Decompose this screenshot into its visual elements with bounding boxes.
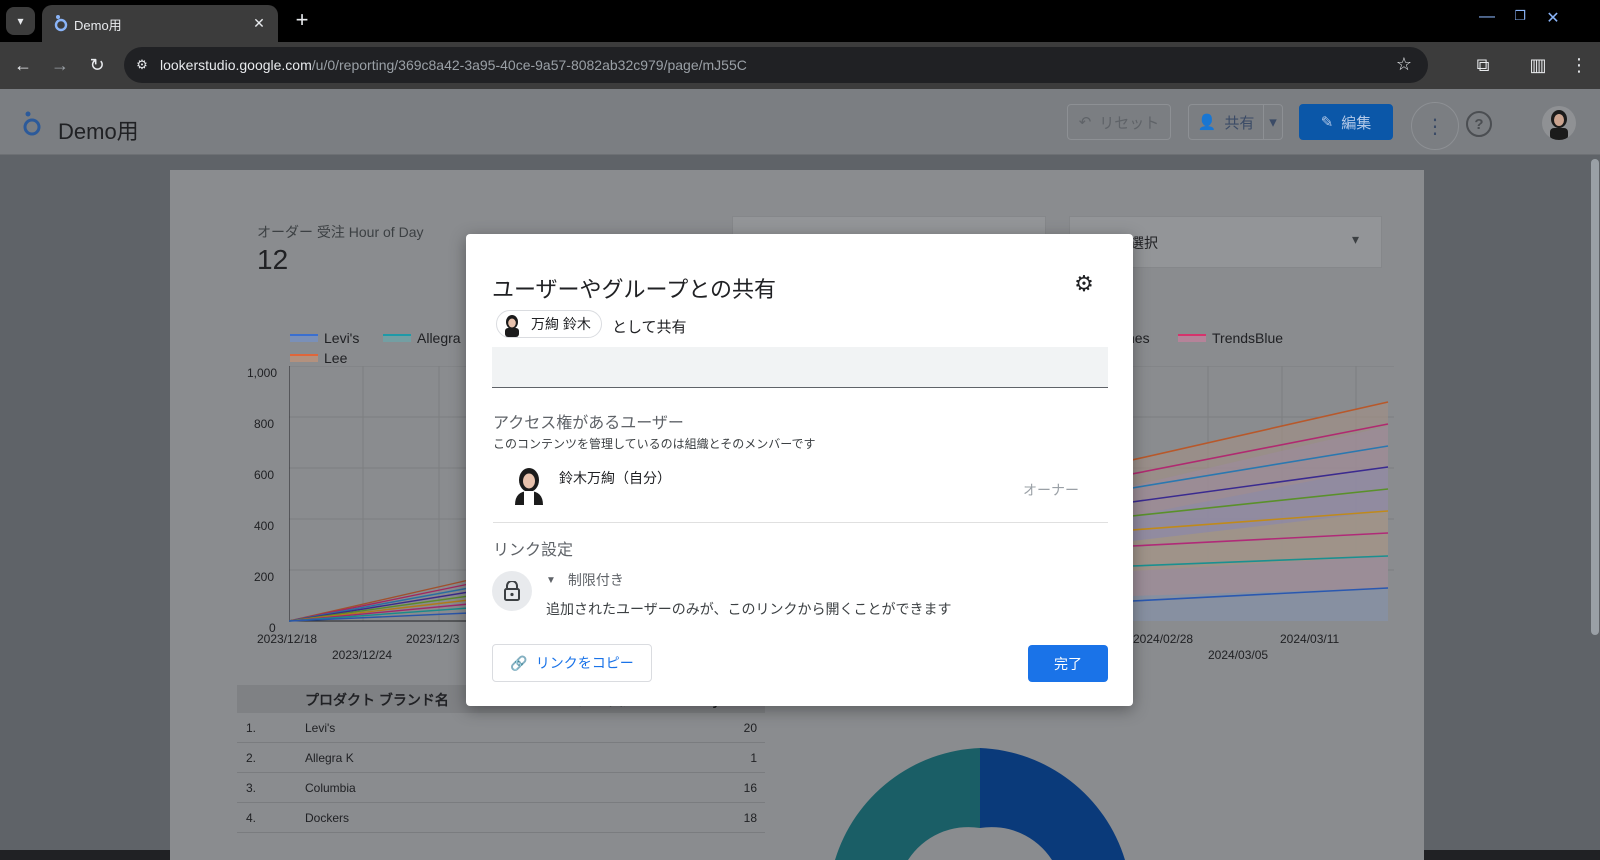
- legend-item: Levi's: [290, 330, 359, 346]
- sharer-chip: 万絢 鈴木: [496, 310, 602, 338]
- browser-tab[interactable]: Demo用 ✕: [42, 5, 278, 42]
- page-scrollbar[interactable]: [1591, 159, 1599, 635]
- y-tick: 800: [254, 417, 275, 431]
- access-section-title: アクセス権があるユーザー: [493, 415, 684, 432]
- y-tick: 600: [254, 468, 275, 482]
- table-row: 2. Allegra K 1: [237, 743, 765, 773]
- kpi-value: 12: [257, 244, 289, 275]
- column-header-brand[interactable]: プロダクト ブランド名: [305, 690, 449, 710]
- extensions-icon[interactable]: ⧉: [1468, 50, 1498, 80]
- table-row: 1. Levi's 20: [237, 713, 765, 743]
- legend-item: Allegra: [383, 330, 461, 346]
- pencil-icon: ✎: [1320, 114, 1334, 131]
- access-section-subtitle: このコンテンツを管理しているのは組織とそのメンバーです: [493, 437, 816, 451]
- back-icon[interactable]: ←: [8, 50, 38, 80]
- x-tick: 2023/12/18: [257, 632, 318, 646]
- area-chart-right: [1132, 366, 1394, 621]
- user-role: オーナー: [1023, 482, 1079, 498]
- x-tick: 2024/03/05: [1208, 648, 1269, 662]
- avatar: [505, 315, 519, 337]
- share-dropdown-button[interactable]: ▾: [1263, 104, 1283, 140]
- app-header: Demo用 ↶ リセット 👤 共有 ▾ ✎ 編集 ⋮ ?: [0, 89, 1600, 155]
- link-restriction-select[interactable]: ▼ 制限付き: [546, 570, 624, 590]
- link-icon: 🔗: [510, 654, 528, 671]
- caret-down-icon: ▼: [546, 574, 556, 586]
- reset-button[interactable]: ↶ リセット: [1067, 104, 1171, 140]
- new-tab-button[interactable]: +: [289, 8, 315, 34]
- table-row: 3. Columbia 16: [237, 773, 765, 803]
- close-window-icon[interactable]: ✕: [1540, 8, 1566, 32]
- legend-item: TrendsBlue: [1178, 330, 1283, 346]
- chevron-down-icon: ▾: [17, 14, 24, 28]
- x-tick: 2023/12/3: [406, 632, 460, 646]
- undo-icon: ↶: [1078, 114, 1092, 131]
- legend-item: Lee: [290, 350, 347, 366]
- browser-tab-bar: ▾ Demo用 ✕ + — ❐ ✕: [0, 0, 1600, 42]
- bookmark-star-icon[interactable]: ☆: [1396, 54, 1412, 75]
- done-button[interactable]: 完了: [1028, 645, 1108, 682]
- site-info-icon[interactable]: ⚙: [132, 55, 152, 75]
- kpi-label: オーダー 受注 Hour of Day: [257, 224, 424, 240]
- forward-icon[interactable]: →: [45, 50, 75, 80]
- lock-icon: [492, 571, 532, 611]
- avatar: [515, 468, 543, 505]
- y-tick: 200: [254, 570, 275, 584]
- url-text: lookerstudio.google.com/u/0/reporting/36…: [160, 57, 747, 73]
- share-button[interactable]: 👤 共有: [1188, 104, 1264, 140]
- y-tick: 400: [254, 519, 275, 533]
- account-avatar[interactable]: [1542, 106, 1576, 140]
- caret-down-icon: ▾: [1352, 231, 1360, 247]
- reload-icon[interactable]: ↻: [82, 50, 112, 80]
- tab-title: Demo用: [74, 18, 122, 33]
- tab-search-button[interactable]: ▾: [6, 7, 35, 35]
- restore-icon[interactable]: ❐: [1507, 8, 1533, 32]
- edit-button[interactable]: ✎ 編集: [1299, 104, 1393, 140]
- looker-studio-logo-icon: [23, 111, 41, 136]
- looker-studio-favicon-icon: [54, 15, 68, 32]
- address-bar[interactable]: ⚙ lookerstudio.google.com/u/0/reporting/…: [124, 47, 1428, 83]
- caret-down-icon: ▾: [1269, 114, 1277, 131]
- add-people-input[interactable]: [492, 347, 1108, 388]
- x-tick: 2024/02/28: [1133, 632, 1194, 646]
- dialog-title: ユーザーやグループとの共有: [492, 277, 777, 302]
- table-row: 4. Dockers 18: [237, 803, 765, 833]
- browser-menu-icon[interactable]: ⋮: [1564, 50, 1594, 80]
- minimize-icon[interactable]: —: [1474, 8, 1500, 32]
- divider: [493, 522, 1108, 523]
- y-tick: 1,000: [247, 366, 278, 380]
- x-tick: 2023/12/24: [332, 648, 393, 662]
- browser-toolbar: ← → ↻ ⚙ lookerstudio.google.com/u/0/repo…: [0, 42, 1600, 89]
- side-panel-icon[interactable]: ▥: [1523, 50, 1553, 80]
- close-tab-icon[interactable]: ✕: [248, 12, 270, 34]
- link-restriction-description: 追加されたユーザーのみが、このリンクから開くことができます: [546, 601, 952, 617]
- share-as-suffix: として共有: [612, 319, 687, 336]
- brand-table: プロダクト ブランド名 オーダー 受注 Hour of Day 1. Levi'…: [237, 685, 765, 833]
- add-person-icon: 👤: [1197, 114, 1217, 131]
- donut-chart: [835, 748, 1125, 860]
- link-settings-title: リンク設定: [493, 542, 574, 559]
- report-title: Demo用: [58, 119, 139, 144]
- more-options-button[interactable]: ⋮: [1411, 102, 1459, 150]
- gear-icon[interactable]: ⚙: [1070, 270, 1098, 298]
- share-dialog: ユーザーやグループとの共有 ⚙ 万絢 鈴木 として共有 アクセス権があるユーザー…: [466, 234, 1133, 706]
- copy-link-button[interactable]: 🔗 リンクをコピー: [492, 644, 652, 682]
- x-tick: 2024/03/11: [1280, 632, 1340, 646]
- help-icon[interactable]: ?: [1466, 111, 1492, 137]
- user-name: 鈴木万絢（自分）: [559, 470, 671, 486]
